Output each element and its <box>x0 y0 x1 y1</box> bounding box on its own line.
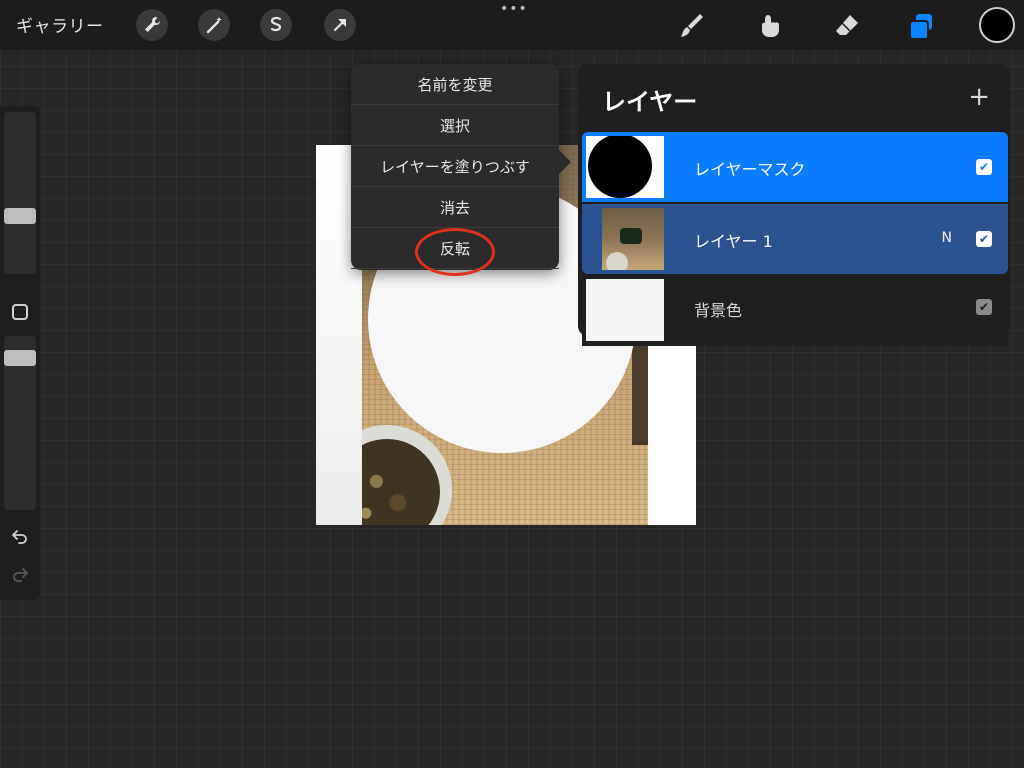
add-layer-button[interactable]: + <box>968 82 990 112</box>
layer-name: レイヤー 1 <box>694 232 773 251</box>
color-picker-swatch[interactable] <box>979 7 1015 43</box>
wrench-icon[interactable] <box>136 9 168 41</box>
transform-arrow-icon[interactable] <box>324 9 356 41</box>
left-sidebar <box>0 106 40 600</box>
menu-pointer-arrow <box>559 150 571 174</box>
eraser-icon[interactable] <box>830 9 864 43</box>
thumb-pot <box>606 252 628 270</box>
brush-size-thumb[interactable] <box>4 208 36 224</box>
opacity-thumb[interactable] <box>4 350 36 366</box>
top-toolbar: ギャラリー ••• <box>0 0 1024 50</box>
layer-visibility-checkbox[interactable]: ✔ <box>976 231 992 247</box>
brush-icon[interactable] <box>674 9 708 43</box>
layer-row-background[interactable]: 背景色 ✔ <box>582 276 1008 346</box>
layers-icon[interactable] <box>904 9 938 43</box>
layer-row-layer1[interactable]: レイヤー 1 N ✔ <box>582 204 1008 274</box>
layers-panel: レイヤー + レイヤーマスク ✔ レイヤー 1 N ✔ 背景色 ✔ <box>578 64 1010 346</box>
magic-wand-icon[interactable] <box>198 9 230 41</box>
smudge-icon[interactable] <box>754 9 788 43</box>
layer-row-mask[interactable]: レイヤーマスク ✔ <box>582 132 1008 202</box>
layers-panel-title: レイヤー <box>602 88 698 116</box>
menu-item-select[interactable]: 選択 <box>351 105 559 146</box>
layer-thumbnail-photo <box>602 208 664 270</box>
layer-thumbnail-mask <box>586 136 664 198</box>
layer-thumbnail-background <box>586 279 664 341</box>
blend-mode-label[interactable]: N <box>942 230 952 246</box>
menu-item-rename[interactable]: 名前を変更 <box>351 64 559 105</box>
undo-icon[interactable] <box>10 526 30 546</box>
redo-icon[interactable] <box>10 564 30 584</box>
layer-name: レイヤーマスク <box>694 160 806 179</box>
gallery-button[interactable]: ギャラリー <box>16 12 104 37</box>
mask-thumb-circle <box>588 136 652 198</box>
layer-name: 背景色 <box>694 301 743 320</box>
invert-highlight-ring <box>415 228 495 276</box>
layer-visibility-checkbox[interactable]: ✔ <box>976 159 992 175</box>
menu-item-clear[interactable]: 消去 <box>351 187 559 228</box>
brush-size-slider[interactable] <box>4 112 36 274</box>
more-options-handle[interactable]: ••• <box>500 1 528 17</box>
layer-visibility-checkbox[interactable]: ✔ <box>976 299 992 315</box>
modify-button[interactable] <box>12 304 28 320</box>
selection-icon[interactable] <box>260 9 292 41</box>
thumb-plant <box>620 228 642 244</box>
menu-item-fill-layer[interactable]: レイヤーを塗りつぶす <box>351 146 559 187</box>
